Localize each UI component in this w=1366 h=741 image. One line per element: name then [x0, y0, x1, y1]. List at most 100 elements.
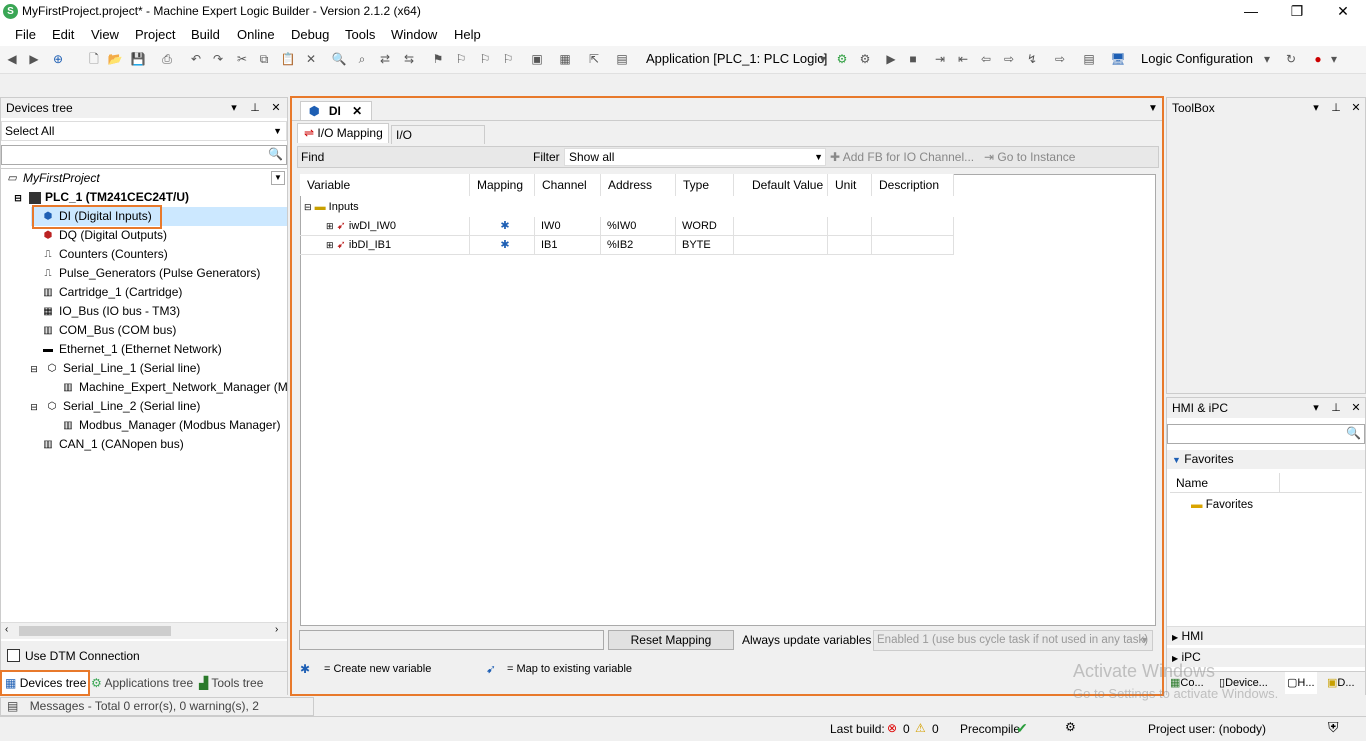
- filter-dropdown[interactable]: Show all ▼: [564, 148, 826, 166]
- col-default-value[interactable]: Default Value: [734, 174, 828, 196]
- menu-online[interactable]: Online: [237, 27, 275, 42]
- cell-description[interactable]: [872, 217, 954, 236]
- find-icon[interactable]: 🔍: [331, 51, 347, 67]
- always-update-dropdown[interactable]: Enabled 1 (use bus cycle task if not use…: [873, 630, 1153, 651]
- screen-icon[interactable]: 🖥: [1110, 51, 1126, 67]
- step-out-icon[interactable]: ⇦: [978, 51, 994, 67]
- scroll-right-icon[interactable]: ›: [275, 624, 278, 635]
- menu-help[interactable]: Help: [454, 27, 481, 42]
- col-channel[interactable]: Channel: [535, 174, 601, 196]
- force-icon[interactable]: ↯: [1024, 51, 1040, 67]
- save-icon[interactable]: 💾: [130, 51, 146, 67]
- mapping-create-icon[interactable]: ✱: [470, 236, 535, 255]
- new-file-icon[interactable]: 🗋: [86, 51, 102, 67]
- favorites-section[interactable]: ▼ Favorites: [1167, 450, 1365, 469]
- tree-item-project[interactable]: ▭ MyFirstProject: [5, 169, 99, 188]
- tree-item-serial-1[interactable]: ⊟ ⬡ Serial_Line_1 (Serial line): [27, 359, 200, 378]
- reset-mapping-button[interactable]: Reset Mapping: [608, 630, 734, 650]
- tab-h[interactable]: ▢H...: [1285, 672, 1317, 694]
- hmi-section[interactable]: ▶ HMI: [1167, 626, 1365, 645]
- cell-unit[interactable]: [828, 217, 872, 236]
- copy-icon[interactable]: ⧉: [256, 51, 272, 67]
- redo-icon[interactable]: ↷: [210, 51, 226, 67]
- tree-item-pulse[interactable]: ⎍ Pulse_Generators (Pulse Generators): [41, 264, 261, 283]
- tab-d[interactable]: ▣D...: [1327, 672, 1355, 694]
- panel-menu-icon[interactable]: ▾: [227, 98, 241, 118]
- tab-tools-tree[interactable]: ▟ Tools tree: [199, 672, 283, 695]
- bookmark-clear-icon[interactable]: ⚐: [500, 51, 516, 67]
- panel-menu-icon[interactable]: ▾: [1309, 98, 1323, 118]
- logout-icon[interactable]: ⚙: [857, 51, 873, 67]
- minimize-button[interactable]: —: [1228, 0, 1274, 24]
- table-row-variable[interactable]: ⊞ ➹ iwDI_IW0: [300, 217, 470, 236]
- config-icon[interactable]: ▤: [614, 51, 630, 67]
- menu-project[interactable]: Project: [135, 27, 175, 42]
- status-arrow-icon[interactable]: ▾: [1326, 51, 1342, 67]
- tree-item-cartridge[interactable]: ▥ Cartridge_1 (Cartridge): [41, 283, 182, 302]
- tab-applications-tree[interactable]: ⚙ Applications tree: [91, 672, 197, 695]
- run-icon[interactable]: ▶: [883, 51, 899, 67]
- tree-item-io-bus[interactable]: ▦ IO_Bus (IO bus - TM3): [41, 302, 180, 321]
- cut-icon[interactable]: ✂: [234, 51, 250, 67]
- forward-icon[interactable]: ▶: [26, 51, 42, 67]
- monitor-icon[interactable]: ▤: [1081, 51, 1097, 67]
- tree-item-dq[interactable]: ⬢ DQ (Digital Outputs): [41, 226, 167, 245]
- bookmark-next-icon[interactable]: ⚐: [453, 51, 469, 67]
- close-tab-icon[interactable]: ✕: [352, 104, 362, 118]
- menu-view[interactable]: View: [91, 27, 119, 42]
- hmi-search-input[interactable]: 🔍: [1167, 424, 1365, 444]
- print-icon[interactable]: ⎙: [159, 51, 175, 67]
- scroll-thumb[interactable]: [19, 626, 171, 636]
- tree-item-serial-2[interactable]: ⊟ ⬡ Serial_Line_2 (Serial line): [27, 397, 200, 416]
- col-mapping[interactable]: Mapping: [470, 174, 535, 196]
- col-description[interactable]: Description: [872, 174, 954, 196]
- panel-menu-icon[interactable]: ▾: [1309, 398, 1323, 418]
- logic-config-combo[interactable]: Logic Configuration: [1141, 51, 1253, 66]
- stop-icon[interactable]: ■: [905, 51, 921, 67]
- combo-arrow-icon[interactable]: ▾: [815, 51, 831, 67]
- add-icon[interactable]: ⊕: [50, 51, 66, 67]
- step-over-icon[interactable]: ⇥: [932, 51, 948, 67]
- bookmark-icon[interactable]: ⚑: [430, 51, 446, 67]
- col-type[interactable]: Type: [676, 174, 734, 196]
- subtab-io-configuration[interactable]: I/O Configuration: [391, 125, 485, 160]
- menu-edit[interactable]: Edit: [52, 27, 74, 42]
- table-row-variable[interactable]: ⊞ ➹ ibDI_IB1: [300, 236, 470, 255]
- undo-icon[interactable]: ↶: [188, 51, 204, 67]
- run-to-cursor-icon[interactable]: ⇨: [1001, 51, 1017, 67]
- tree-item-counters[interactable]: ⎍ Counters (Counters): [41, 245, 168, 264]
- tab-di[interactable]: ⬢ DI ✕: [300, 101, 372, 121]
- login-icon[interactable]: ⚙: [834, 51, 850, 67]
- paste-icon[interactable]: 📋: [280, 51, 296, 67]
- menu-build[interactable]: Build: [191, 27, 220, 42]
- tree-item-can[interactable]: ▥ CAN_1 (CANopen bus): [41, 435, 183, 454]
- col-address[interactable]: Address: [601, 174, 676, 196]
- logic-combo-arrow-icon[interactable]: ▾: [1259, 51, 1275, 67]
- scroll-left-icon[interactable]: ‹: [5, 624, 8, 635]
- find-next-icon[interactable]: ⌕: [354, 51, 370, 67]
- tree-item-ethernet[interactable]: ▬ Ethernet_1 (Ethernet Network): [41, 340, 222, 359]
- tab-list-icon[interactable]: ▼: [1148, 103, 1158, 114]
- maximize-button[interactable]: ❐: [1274, 0, 1320, 24]
- window-icon[interactable]: ▣: [529, 51, 545, 67]
- name-column-header[interactable]: Name: [1170, 473, 1362, 493]
- devices-search-input[interactable]: 🔍: [1, 145, 287, 165]
- menu-tools[interactable]: Tools: [345, 27, 375, 42]
- step-into-icon[interactable]: ⇤: [955, 51, 971, 67]
- status-icon[interactable]: ●: [1310, 51, 1326, 67]
- group-inputs[interactable]: ⊟ ▬ Inputs: [304, 198, 359, 217]
- close-panel-icon[interactable]: ✕: [269, 98, 283, 118]
- menu-debug[interactable]: Debug: [291, 27, 329, 42]
- pin-icon[interactable]: ⊥: [248, 98, 262, 118]
- bookmark-prev-icon[interactable]: ⚐: [477, 51, 493, 67]
- menu-window[interactable]: Window: [391, 27, 437, 42]
- refresh-icon[interactable]: ↻: [1283, 51, 1299, 67]
- cell-default-value[interactable]: [734, 236, 828, 255]
- subtab-io-mapping[interactable]: ⇌ I/O Mapping: [297, 123, 389, 143]
- delete-icon[interactable]: ✕: [303, 51, 319, 67]
- replace-icon[interactable]: ⇄: [377, 51, 393, 67]
- shield-icon[interactable]: ⛨: [1328, 719, 1339, 736]
- use-dtm-checkbox[interactable]: [7, 649, 20, 662]
- favorites-folder[interactable]: ▬ Favorites: [1191, 497, 1253, 513]
- arrow-icon[interactable]: ⇨: [1052, 51, 1068, 67]
